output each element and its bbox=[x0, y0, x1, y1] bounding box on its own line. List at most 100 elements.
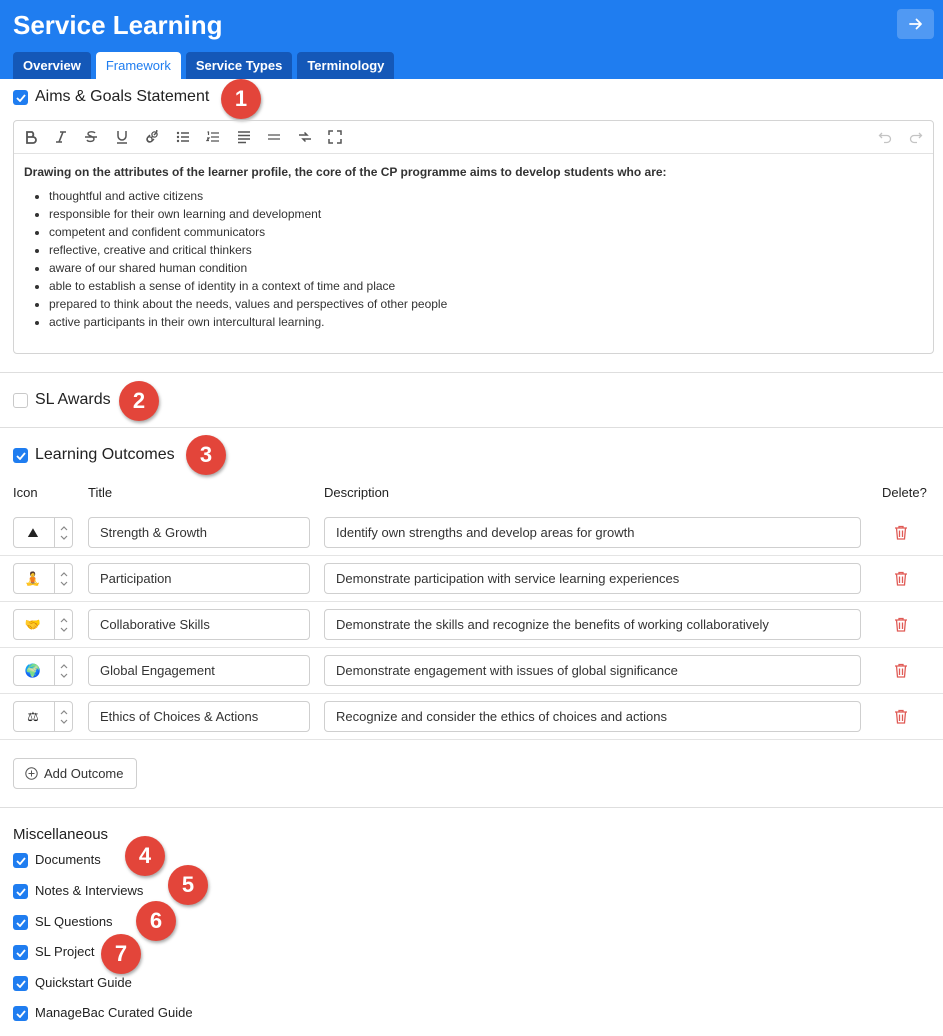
add-outcome-button[interactable]: Add Outcome bbox=[13, 758, 137, 789]
outcome-description-input[interactable]: Demonstrate the skills and recognize the… bbox=[324, 609, 861, 640]
outcomes-checkbox[interactable] bbox=[13, 448, 28, 463]
tab-terminology[interactable]: Terminology bbox=[297, 52, 395, 79]
table-row: 🤝 Collaborative Skills Demonstrate the s… bbox=[0, 602, 943, 648]
chevron-up-icon bbox=[60, 663, 68, 668]
outcome-description-input[interactable]: Demonstrate participation with service l… bbox=[324, 563, 861, 594]
awards-label[interactable]: SL Awards bbox=[35, 391, 111, 409]
section-divider bbox=[0, 372, 943, 373]
aims-intro-text: Drawing on the attributes of the learner… bbox=[24, 165, 667, 179]
bold-icon bbox=[26, 131, 37, 144]
icon-stepper[interactable] bbox=[54, 564, 73, 593]
horizontal-rule-button[interactable] bbox=[266, 129, 282, 145]
trash-icon[interactable] bbox=[894, 525, 908, 540]
italic-button[interactable] bbox=[53, 129, 69, 145]
chevron-down-icon bbox=[60, 627, 68, 632]
chevron-up-icon bbox=[60, 709, 68, 714]
trash-icon[interactable] bbox=[894, 571, 908, 586]
outcome-title-input[interactable]: Strength & Growth bbox=[88, 517, 310, 548]
section-divider bbox=[0, 807, 943, 808]
editor-content[interactable]: Drawing on the attributes of the learner… bbox=[14, 154, 933, 341]
table-row: ⛰ Strength & Growth Identify own strengt… bbox=[0, 510, 943, 556]
redo-button[interactable] bbox=[908, 129, 924, 145]
check-icon bbox=[15, 1009, 26, 1018]
annotation-badge-6: 6 bbox=[136, 901, 176, 941]
icon-stepper[interactable] bbox=[54, 702, 73, 731]
check-icon bbox=[15, 918, 26, 927]
chevron-up-icon bbox=[60, 525, 68, 530]
trash-icon[interactable] bbox=[894, 617, 908, 632]
undo-icon bbox=[878, 132, 892, 144]
tab-framework[interactable]: Framework bbox=[95, 52, 181, 79]
column-header-title: Title bbox=[88, 485, 113, 500]
outcome-title-input[interactable]: Ethics of Choices & Actions bbox=[88, 701, 310, 732]
aims-label[interactable]: Aims & Goals Statement bbox=[35, 88, 209, 106]
collaboration-icon: 🤝 bbox=[24, 617, 42, 632]
list-item: prepared to think about the needs, value… bbox=[49, 295, 923, 313]
check-icon bbox=[15, 948, 26, 957]
underline-button[interactable] bbox=[114, 129, 130, 145]
page-title: Service Learning bbox=[13, 10, 223, 40]
strikethrough-button[interactable] bbox=[83, 129, 99, 145]
chevron-up-icon bbox=[60, 571, 68, 576]
icon-picker[interactable]: ⚖ bbox=[13, 701, 73, 732]
chevron-down-icon bbox=[60, 673, 68, 678]
check-icon bbox=[15, 451, 26, 460]
link-icon bbox=[146, 130, 158, 143]
outcome-title-input[interactable]: Collaborative Skills bbox=[88, 609, 310, 640]
numbered-list-button[interactable] bbox=[205, 129, 221, 145]
outcome-title-input[interactable]: Global Engagement bbox=[88, 655, 310, 686]
documents-checkbox[interactable] bbox=[13, 853, 28, 868]
undo-button[interactable] bbox=[877, 129, 893, 145]
horizontal-rule-icon bbox=[268, 134, 280, 140]
outcome-description-input[interactable]: Identify own strengths and develop areas… bbox=[324, 517, 861, 548]
table-row: ⚖ Ethics of Choices & Actions Recognize … bbox=[0, 694, 943, 740]
editor-toolbar bbox=[14, 121, 933, 154]
trash-icon[interactable] bbox=[894, 709, 908, 724]
documents-label[interactable]: Documents bbox=[35, 852, 101, 867]
list-item: active participants in their own intercu… bbox=[49, 313, 923, 331]
outcomes-label[interactable]: Learning Outcomes bbox=[35, 446, 175, 464]
icon-picker[interactable]: 🤝 bbox=[13, 609, 73, 640]
outcome-title-input[interactable]: Participation bbox=[88, 563, 310, 594]
sl-project-checkbox[interactable] bbox=[13, 945, 28, 960]
link-button[interactable] bbox=[144, 129, 160, 145]
icon-stepper[interactable] bbox=[54, 518, 73, 547]
bullet-list-button[interactable] bbox=[175, 129, 191, 145]
curated-guide-label[interactable]: ManageBac Curated Guide bbox=[35, 1005, 193, 1020]
outcome-description-input[interactable]: Recognize and consider the ethics of cho… bbox=[324, 701, 861, 732]
exit-button[interactable] bbox=[897, 9, 934, 39]
column-header-description: Description bbox=[324, 485, 390, 500]
tab-service-types[interactable]: Service Types bbox=[185, 52, 293, 79]
column-header-delete: Delete? bbox=[882, 485, 927, 500]
outcome-description-input[interactable]: Demonstrate engagement with issues of gl… bbox=[324, 655, 861, 686]
quickstart-guide-label[interactable]: Quickstart Guide bbox=[35, 975, 132, 990]
align-button[interactable] bbox=[236, 129, 252, 145]
quickstart-guide-checkbox[interactable] bbox=[13, 976, 28, 991]
sl-questions-checkbox[interactable] bbox=[13, 915, 28, 930]
list-item: able to establish a sense of identity in… bbox=[49, 277, 923, 295]
icon-picker[interactable]: ⛰ bbox=[13, 517, 73, 548]
plus-circle-icon bbox=[25, 767, 38, 780]
icon-picker[interactable]: 🌍 bbox=[13, 655, 73, 686]
icon-stepper[interactable] bbox=[54, 656, 73, 685]
sl-project-label[interactable]: SL Project bbox=[35, 944, 95, 959]
aims-editor: Drawing on the attributes of the learner… bbox=[13, 120, 934, 354]
fullscreen-button[interactable] bbox=[327, 129, 343, 145]
awards-checkbox[interactable] bbox=[13, 393, 28, 408]
clear-format-button[interactable] bbox=[297, 129, 313, 145]
icon-picker[interactable]: 🧘 bbox=[13, 563, 73, 594]
strikethrough-icon bbox=[85, 131, 97, 143]
chevron-down-icon bbox=[60, 535, 68, 540]
notes-interviews-checkbox[interactable] bbox=[13, 884, 28, 899]
bold-button[interactable] bbox=[23, 129, 39, 145]
aims-list: thoughtful and active citizens responsib… bbox=[24, 187, 923, 331]
notes-interviews-label[interactable]: Notes & Interviews bbox=[35, 883, 143, 898]
tab-bar: Overview Framework Service Types Termino… bbox=[13, 52, 395, 79]
table-row: 🌍 Global Engagement Demonstrate engageme… bbox=[0, 648, 943, 694]
icon-stepper[interactable] bbox=[54, 610, 73, 639]
trash-icon[interactable] bbox=[894, 663, 908, 678]
aims-checkbox[interactable] bbox=[13, 90, 28, 105]
curated-guide-checkbox[interactable] bbox=[13, 1006, 28, 1021]
sl-questions-label[interactable]: SL Questions bbox=[35, 914, 113, 929]
tab-overview[interactable]: Overview bbox=[13, 52, 91, 79]
